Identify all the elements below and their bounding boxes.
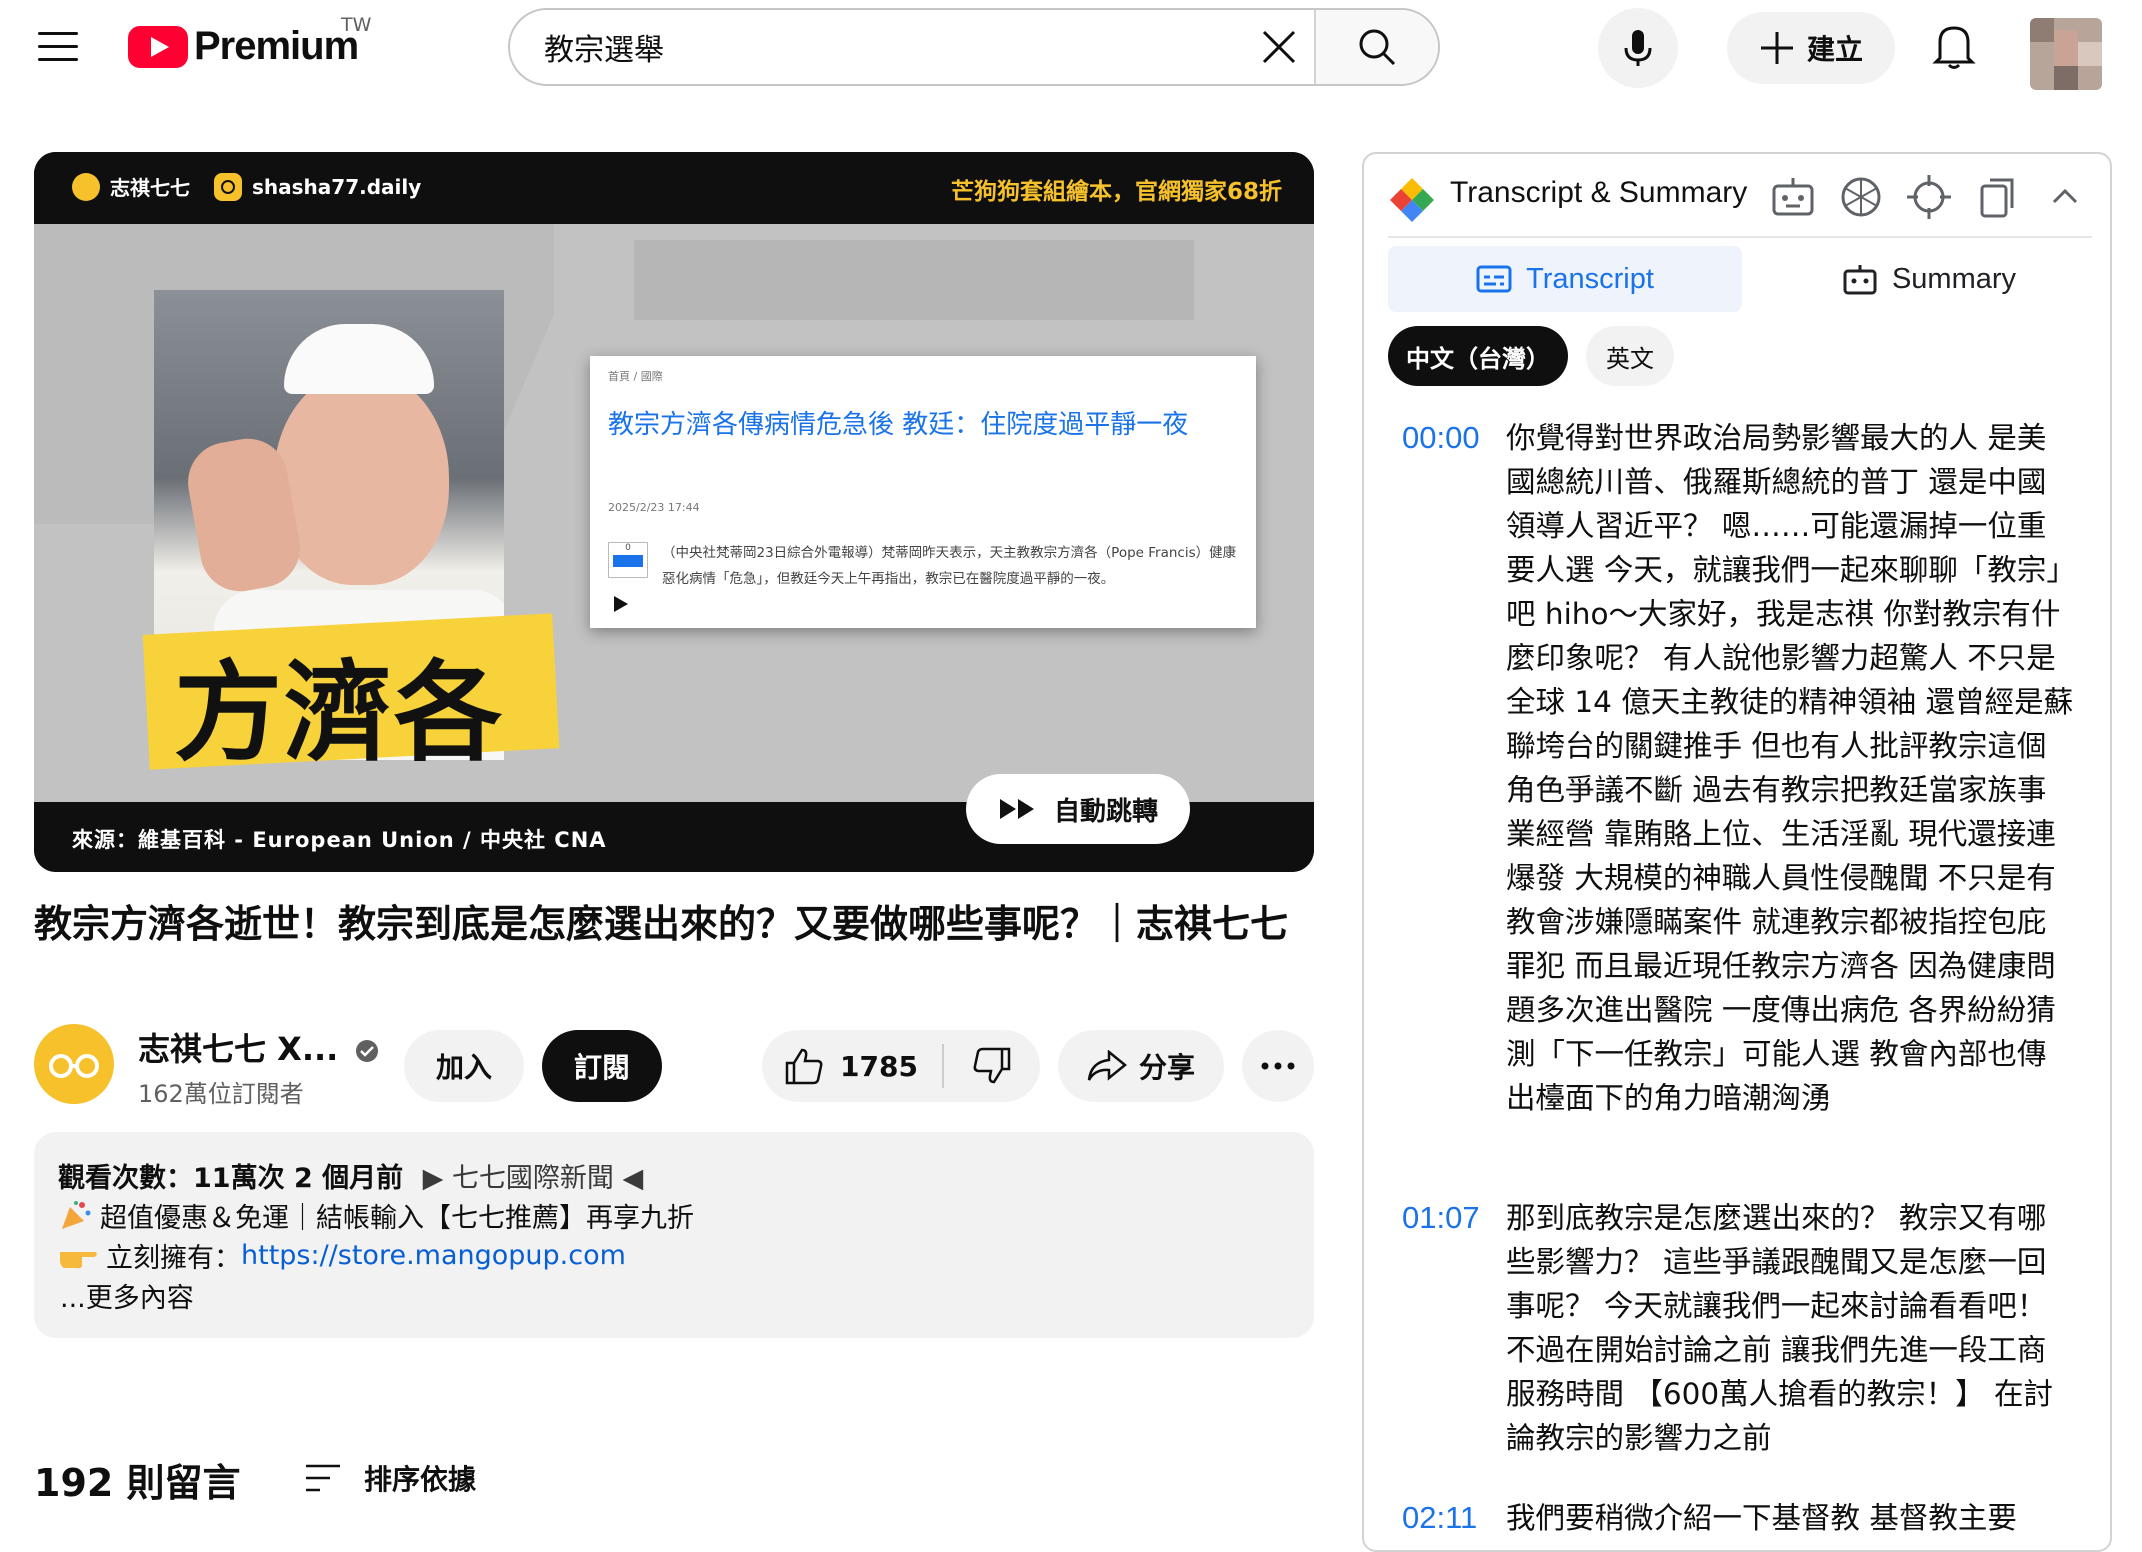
video-title: 教宗方濟各逝世！教宗到底是怎麼選出來的？又要做哪些事呢？｜志祺七七 (34, 902, 1289, 946)
plus-icon (1760, 32, 1793, 64)
store-prefix: 立刻擁有： (106, 1243, 241, 1274)
video-top-banner: 志祺七七 shasha77.daily 芒狗狗套組繪本，官網獨家68折 (34, 152, 1314, 224)
panel-title: Transcript & Summary (1450, 176, 1748, 209)
glasses-logo-icon (72, 172, 100, 201)
autoskip-button[interactable]: 自動跳轉 (966, 774, 1190, 844)
create-button[interactable]: 建立 (1727, 12, 1895, 84)
transcript-segment[interactable]: 01:07 那到底教宗是怎麼選出來的？ 教宗又有哪些影響力？ 這些爭議跟醜聞又是… (1402, 1196, 2074, 1460)
channel-name-text: 志祺七七 X... (138, 1030, 339, 1068)
channel-handle: 志祺七七 (110, 176, 190, 200)
view-stats: 觀看次數：11萬次 2 個月前 ▶ 七七國際新聞 ◀ (58, 1156, 643, 1195)
youtube-play-icon (128, 25, 188, 68)
share-button[interactable]: 分享 (1058, 1030, 1224, 1102)
show-more-link[interactable]: ...更多內容 (60, 1276, 194, 1315)
search-icon (1359, 29, 1396, 66)
promo-text: 芒狗狗套組繪本，官網獨家68折 (950, 179, 1282, 205)
view-count-date: 觀看次數：11萬次 2 個月前 (58, 1163, 404, 1194)
notifications-icon[interactable] (1932, 22, 1976, 70)
tab-transcript[interactable]: Transcript (1388, 246, 1742, 312)
create-label: 建立 (1806, 33, 1863, 66)
hashtag-link[interactable]: ▶ 七七國際新聞 ◀ (423, 1163, 644, 1194)
search-button[interactable] (1314, 10, 1438, 84)
name-overlay: 方濟各 (174, 651, 505, 776)
copy-icon[interactable] (1972, 172, 2022, 222)
sort-button[interactable]: 排序依據 (304, 1458, 476, 1498)
segment-timestamp[interactable]: 02:11 (1402, 1496, 1506, 1540)
instagram-handle: shasha77.daily (252, 174, 422, 199)
sort-icon (306, 1464, 340, 1492)
extension-logo-icon (1390, 178, 1434, 222)
tab-transcript-label: Transcript (1526, 262, 1654, 295)
pointing-hand-icon (60, 1251, 97, 1268)
description-box[interactable]: 觀看次數：11萬次 2 個月前 ▶ 七七國際新聞 ◀ 超值優惠＆免運｜結帳輸入【… (34, 1132, 1314, 1338)
source-caption: 來源：維基百科 - European Union / 中央社 CNA (72, 828, 607, 852)
chevron-up-icon[interactable] (2040, 172, 2090, 222)
autoskip-label: 自動跳轉 (1053, 796, 1158, 827)
comments-count: 192 則留言 (34, 1461, 241, 1505)
thumbs-down-icon (973, 1047, 1011, 1084)
microphone-icon (1624, 30, 1652, 66)
dislike-button[interactable] (944, 1030, 1040, 1102)
search-input[interactable] (510, 10, 1244, 84)
segment-text: 那到底教宗是怎麼選出來的？ 教宗又有哪些影響力？ 這些爭議跟醜聞又是怎麼一回事呢… (1506, 1201, 2054, 1455)
like-dislike-group: 1785 (762, 1030, 1040, 1102)
article-play-icon (608, 592, 632, 620)
video-player[interactable]: 志祺七七 shasha77.daily 芒狗狗套組繪本，官網獨家68折 方濟各 … (34, 152, 1314, 872)
clear-search-icon[interactable] (1244, 10, 1314, 84)
robot-icon[interactable] (1768, 172, 1818, 222)
region-label: TW (341, 14, 372, 36)
share-icon (1087, 1050, 1127, 1081)
thumbs-up-icon (785, 1048, 823, 1085)
tab-summary-label: Summary (1891, 262, 2017, 295)
news-article-card: 首頁 / 國際 教宗方濟各傳病情危急後 教廷：住院度過平靜一夜 2025/2/2… (590, 356, 1256, 628)
channel-avatar[interactable] (34, 1024, 114, 1104)
article-like-box: 0 (608, 542, 648, 578)
fast-forward-icon (999, 799, 1034, 819)
video-frame: 方濟各 首頁 / 國際 教宗方濟各傳病情危急後 教廷：住院度過平靜一夜 2025… (34, 224, 1314, 802)
transcript-segment[interactable]: 00:00 你覺得對世界政治局勢影響最大的人 是美國總統川普、俄羅斯總統的普丁 … (1402, 416, 2074, 1120)
logo-text: Premium (194, 24, 359, 68)
segment-timestamp[interactable]: 00:00 (1402, 416, 1506, 1120)
subtitles-icon (1476, 265, 1512, 293)
more-actions-icon[interactable] (1242, 1030, 1314, 1102)
article-title: 教宗方濟各傳病情危急後 教廷：住院度過平靜一夜 (608, 410, 1189, 440)
instagram-icon (214, 172, 242, 201)
like-button[interactable]: 1785 (762, 1030, 942, 1102)
chatgpt-icon[interactable] (1836, 172, 1886, 222)
like-count: 1785 (840, 1049, 918, 1083)
target-icon[interactable] (1904, 172, 1954, 222)
join-button[interactable]: 加入 (404, 1030, 524, 1102)
article-breadcrumb: 首頁 / 國際 (608, 370, 663, 383)
subscribe-button[interactable]: 訂閱 (542, 1030, 662, 1102)
channel-name[interactable]: 志祺七七 X... (138, 1024, 379, 1070)
segment-text: 我們要稍微介紹一下基督教 基督教主要 (1506, 1501, 2017, 1535)
robot-icon (1843, 265, 1877, 295)
language-chip-en[interactable]: 英文 (1586, 326, 1674, 386)
description-line-3: 立刻擁有： https://store.mangopup.com (58, 1236, 626, 1275)
sort-label: 排序依據 (364, 1463, 477, 1496)
segment-timestamp[interactable]: 01:07 (1402, 1196, 1506, 1460)
youtube-premium-logo[interactable]: Premium (128, 24, 359, 69)
article-like-count: 0 (625, 543, 631, 553)
transcript-segment[interactable]: 02:11 我們要稍微介紹一下基督教 基督教主要 (1402, 1496, 2074, 1540)
subscriber-count: 162萬位訂閱者 (138, 1080, 304, 1108)
menu-icon[interactable] (38, 32, 78, 62)
tab-summary[interactable]: Summary (1764, 246, 2094, 312)
transcript-summary-panel: Transcript & Summary Transcript Summary … (1362, 152, 2112, 1552)
party-popper-icon (62, 1200, 91, 1229)
verified-icon (356, 1040, 379, 1062)
search-bar (508, 8, 1440, 86)
user-avatar[interactable] (2030, 18, 2102, 90)
segment-text: 你覺得對世界政治局勢影響最大的人 是美國總統川普、俄羅斯總統的普丁 還是中國領導… (1506, 421, 2074, 1115)
description-line-2: 超值優惠＆免運｜結帳輸入【七七推薦】再享九折 (58, 1196, 694, 1235)
promo-line: 超值優惠＆免運｜結帳輸入【七七推薦】再享九折 (100, 1203, 694, 1234)
store-link[interactable]: https://store.mangopup.com (241, 1240, 626, 1271)
voice-search-button[interactable] (1598, 8, 1678, 88)
share-label: 分享 (1138, 1051, 1195, 1084)
article-body: （中央社梵蒂岡23日綜合外電報導）梵蒂岡昨天表示，天主教教宗方濟各（Pope F… (662, 545, 1237, 587)
language-chip-zh-tw[interactable]: 中文（台灣） (1388, 326, 1568, 386)
article-date: 2025/2/23 17:44 (608, 501, 700, 514)
